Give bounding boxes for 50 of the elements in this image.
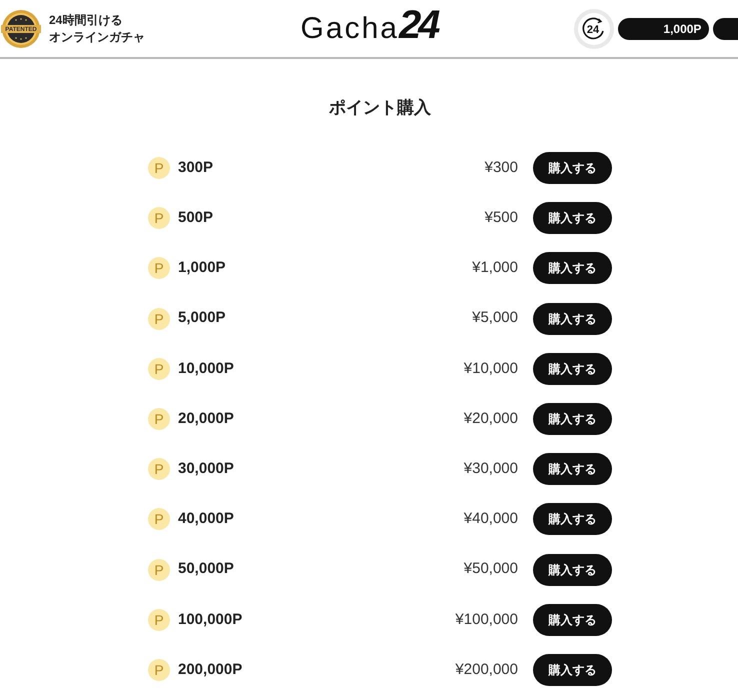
- price-text: ¥10,000: [464, 358, 518, 379]
- points-amount: 5,000P: [178, 308, 226, 328]
- buy-button[interactable]: 購入する: [533, 453, 612, 486]
- buy-button[interactable]: 購入する: [533, 202, 612, 234]
- price-text: ¥100,000: [455, 610, 518, 630]
- price-text: ¥40,000: [464, 509, 518, 530]
- point-coin-icon: P: [148, 358, 170, 380]
- point-coin-icon: P: [148, 408, 170, 430]
- point-coin-icon: P: [148, 558, 170, 581]
- point-coin-icon: P: [148, 508, 170, 530]
- point-coin-icon: P: [148, 308, 170, 330]
- round-logo-icon[interactable]: 24: [574, 8, 614, 48]
- point-coin-icon: P: [148, 458, 170, 480]
- buy-button[interactable]: 購入する: [533, 152, 612, 184]
- buy-button[interactable]: 購入する: [533, 352, 612, 385]
- buy-button[interactable]: 購入する: [533, 604, 612, 636]
- point-coin-icon: P: [148, 658, 170, 681]
- price-text: ¥30,000: [464, 458, 518, 479]
- price-text: ¥20,000: [464, 408, 518, 429]
- points-amount: 30,000P: [178, 458, 234, 479]
- points-amount: 500P: [178, 208, 214, 228]
- tagline-text: 24時間引ける: [49, 14, 124, 26]
- price-text: ¥5,000: [472, 308, 518, 328]
- point-coin-icon: P: [148, 257, 170, 280]
- price-text: ¥500: [484, 208, 518, 228]
- points-balance[interactable]: 1,000P: [618, 18, 710, 40]
- site-logo[interactable]: Gacha24: [300, 5, 438, 52]
- points-amount: 200,000P: [178, 660, 242, 680]
- page-title: ポイント購入: [329, 97, 431, 119]
- buy-button[interactable]: 購入する: [533, 554, 612, 586]
- buy-button[interactable]: 購入する: [533, 302, 612, 335]
- buy-button[interactable]: 購入する: [533, 252, 612, 284]
- price-text: ¥300: [484, 158, 518, 178]
- point-coin-icon: P: [148, 608, 170, 631]
- points-amount: 300P: [178, 158, 214, 178]
- points-amount: 10,000P: [178, 358, 234, 379]
- tagline-text: オンラインガチャ: [49, 30, 145, 44]
- price-text: ¥50,000: [464, 559, 518, 580]
- price-text: ¥1,000: [472, 258, 518, 278]
- point-coin-icon: P: [148, 207, 170, 230]
- points-amount: 50,000P: [178, 559, 234, 580]
- buy-button[interactable]: 購入する: [533, 503, 612, 536]
- points-amount: 40,000P: [178, 509, 234, 530]
- points-amount: 20,000P: [178, 408, 234, 429]
- point-coin-icon: P: [148, 157, 170, 180]
- price-text: ¥200,000: [455, 660, 518, 680]
- points-amount: 1,000P: [178, 258, 226, 278]
- buy-button[interactable]: 購入する: [533, 403, 612, 436]
- points-amount: 100,000P: [178, 610, 242, 630]
- buy-button[interactable]: 購入する: [533, 654, 612, 686]
